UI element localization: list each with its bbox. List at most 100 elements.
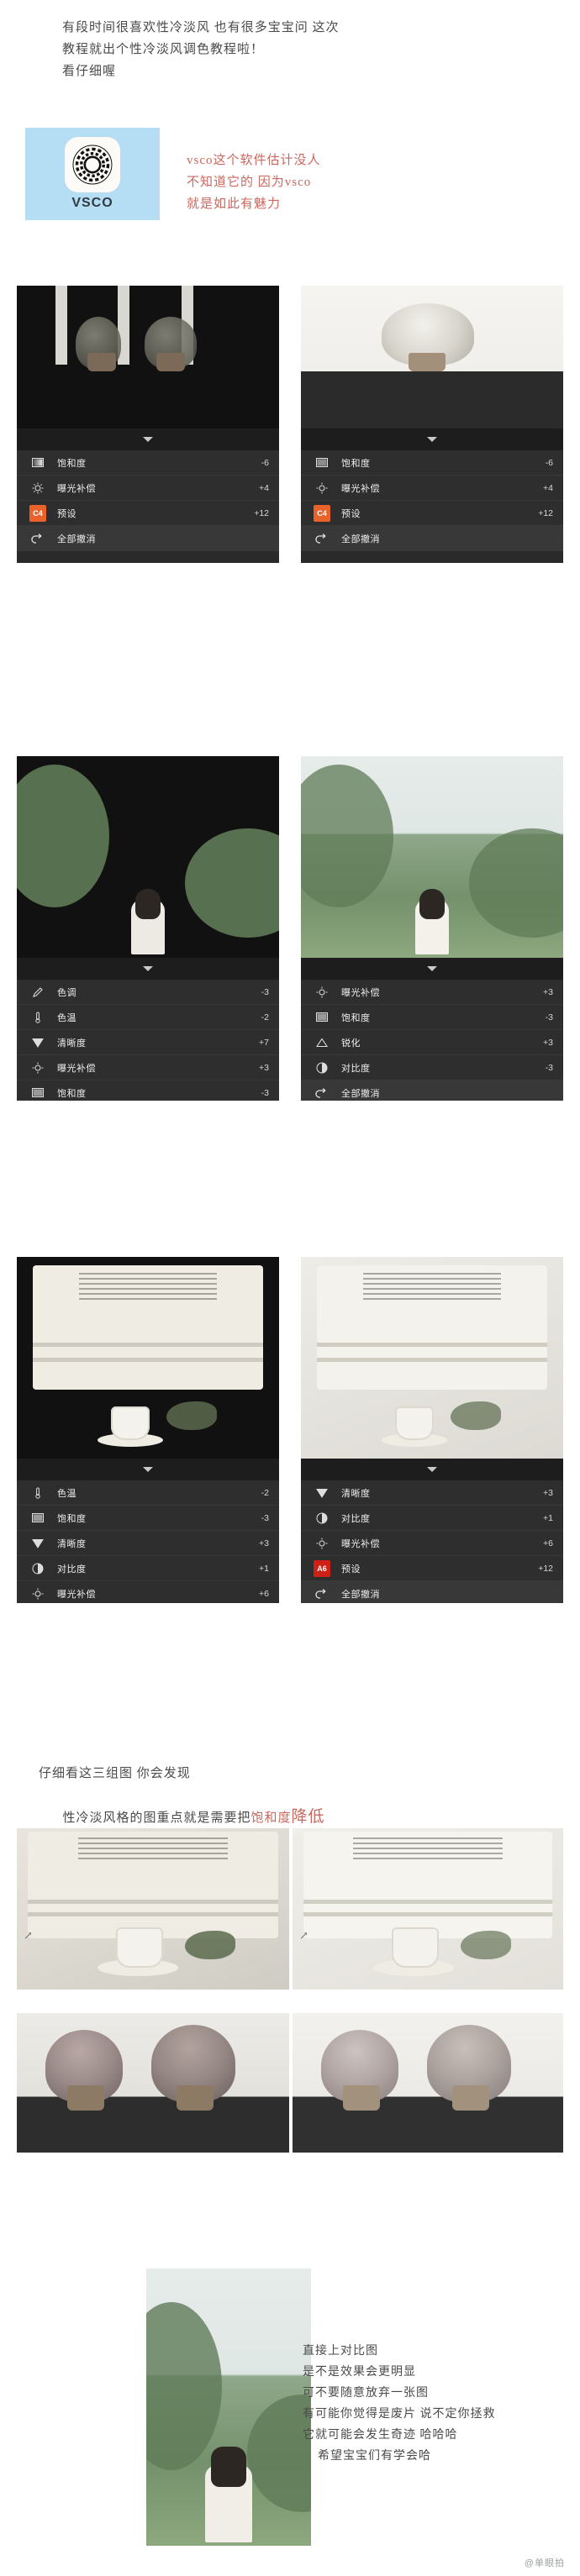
undo-all-button[interactable]: 全部撤消 bbox=[301, 1080, 563, 1101]
intro-line-2: 教程就出个性冷淡风调色教程啦！ bbox=[62, 43, 265, 56]
adjustment-value: -3 bbox=[261, 986, 269, 997]
mid-note-red-1: 饱和度 bbox=[250, 1811, 292, 1825]
adjustment-row[interactable]: 色温 -2 bbox=[17, 1005, 279, 1030]
adjustment-list: 饱和度 -6 曝光补偿 +4 C4 预设 +12 全部撤消 bbox=[17, 450, 279, 551]
collapse-bar[interactable] bbox=[17, 958, 279, 980]
adjustment-row[interactable]: 曝光补偿 +6 bbox=[17, 1581, 279, 1603]
collapse-bar[interactable] bbox=[17, 1459, 279, 1480]
screenshot-group-1-left: 饱和度 -6 曝光补偿 +4 C4 预设 +12 全部撤消 bbox=[17, 286, 279, 563]
adjustment-value: +7 bbox=[259, 1037, 269, 1048]
adjustment-list: 色调 -3 色温 -2 清晰度 +7 曝光补偿 +3 饱和度 -3 bbox=[17, 980, 279, 1101]
adjustment-row[interactable]: 饱和度 -3 bbox=[17, 1080, 279, 1101]
collapse-bar[interactable] bbox=[301, 428, 563, 450]
bottom-note-line-6: 希望宝宝们有学会哈 bbox=[318, 2450, 431, 2463]
adjustment-row[interactable]: 色温 -2 bbox=[17, 1480, 279, 1506]
clarity-icon bbox=[27, 1038, 49, 1048]
vsco-app-card: VSCO bbox=[25, 128, 160, 220]
adjustment-label: 曝光补偿 bbox=[341, 483, 380, 494]
adjustment-value: +1 bbox=[259, 1563, 269, 1574]
bottom-note-line-4: 有可能你觉得是废片 说不定你拯救 bbox=[303, 2408, 496, 2421]
contrast-icon bbox=[311, 1062, 333, 1074]
adjustment-row[interactable]: 曝光补偿 +6 bbox=[301, 1531, 563, 1556]
adjustment-label: 饱和度 bbox=[57, 458, 87, 469]
adjustment-value: +12 bbox=[538, 507, 553, 518]
adjustment-label: 预设 bbox=[341, 508, 361, 519]
mid-note-plain: 性冷淡风格的图重点就是需要把 bbox=[62, 1811, 251, 1825]
adjustment-label: 对比度 bbox=[341, 1063, 371, 1074]
bottom-note: 直接上对比图 是不是效果会更明显 可不要随意放弃一张图 有可能你觉得是废片 说不… bbox=[303, 2341, 580, 2467]
adjustment-row[interactable]: 饱和度 -6 bbox=[301, 450, 563, 476]
comparison-final-image bbox=[146, 2268, 311, 2546]
adjustment-value: +12 bbox=[538, 1563, 553, 1574]
adjustment-list: 曝光补偿 +3 饱和度 -3 锐化 +3 对比度 -3 全部撤消 bbox=[301, 980, 563, 1101]
tone-pen-icon bbox=[27, 986, 49, 998]
adjustment-row-preset[interactable]: C4 预设 +12 bbox=[301, 501, 563, 526]
adjustment-row[interactable]: 饱和度 -3 bbox=[301, 1005, 563, 1030]
photo-girl-green-field-cool bbox=[301, 756, 563, 958]
adjustment-row[interactable]: 对比度 -3 bbox=[301, 1055, 563, 1080]
adjustment-row[interactable]: 色调 -3 bbox=[17, 980, 279, 1005]
chevron-down-icon bbox=[427, 437, 437, 442]
adjustment-row[interactable]: 曝光补偿 +4 bbox=[301, 476, 563, 501]
vsco-app-label: VSCO bbox=[71, 196, 113, 210]
mid-note-line-1: 仔细看这三组图 你会发现 bbox=[39, 1767, 191, 1780]
collapse-bar[interactable] bbox=[17, 428, 279, 450]
screenshot-group-2-right: 曝光补偿 +3 饱和度 -3 锐化 +3 对比度 -3 全部撤消 bbox=[301, 756, 563, 1101]
adjustment-row[interactable]: 曝光补偿 +3 bbox=[17, 1055, 279, 1080]
adjustment-value: +3 bbox=[259, 1538, 269, 1548]
adjustment-value: -6 bbox=[545, 457, 553, 468]
adjustment-row[interactable]: 清晰度 +3 bbox=[301, 1480, 563, 1506]
adjustment-row[interactable]: 清晰度 +7 bbox=[17, 1030, 279, 1055]
adjustment-label: 预设 bbox=[57, 508, 76, 519]
photo-canvas-bag-coffee bbox=[17, 1257, 279, 1459]
saturation-icon bbox=[311, 458, 333, 467]
adjustment-row[interactable]: 饱和度 -3 bbox=[17, 1506, 279, 1531]
adjustment-row[interactable]: 饱和度 -6 bbox=[17, 450, 279, 476]
adjustment-list: 清晰度 +3 对比度 +1 曝光补偿 +6 A6 预设 +12 全部撤消 bbox=[301, 1480, 563, 1603]
preset-code: A6 bbox=[314, 1559, 330, 1577]
adjustment-label: 预设 bbox=[341, 1564, 361, 1575]
preset-code: C4 bbox=[29, 504, 46, 522]
vsco-note-line-3: 就是如此有魅力 bbox=[187, 197, 282, 211]
adjustment-row-preset[interactable]: A6 预设 +12 bbox=[301, 1556, 563, 1581]
adjustment-label: 色温 bbox=[57, 1012, 76, 1023]
adjustment-row[interactable]: 清晰度 +3 bbox=[17, 1531, 279, 1556]
adjustment-label: 曝光补偿 bbox=[57, 1589, 96, 1600]
screenshot-group-2-left: 色调 -3 色温 -2 清晰度 +7 曝光补偿 +3 饱和度 -3 bbox=[17, 756, 279, 1101]
adjustment-row[interactable]: 曝光补偿 +3 bbox=[301, 980, 563, 1005]
adjustment-list: 饱和度 -6 曝光补偿 +4 C4 预设 +12 全部撤消 bbox=[301, 450, 563, 551]
undo-all-button[interactable]: 全部撤消 bbox=[301, 1581, 563, 1603]
exposure-icon bbox=[311, 482, 333, 494]
temperature-icon bbox=[27, 1012, 49, 1023]
photo-white-flowers-vase-dark bbox=[17, 286, 279, 428]
collapse-bar[interactable] bbox=[301, 1459, 563, 1480]
comparison-flowers-before bbox=[17, 2013, 289, 2153]
adjustment-row[interactable]: 对比度 +1 bbox=[17, 1556, 279, 1581]
exposure-icon bbox=[27, 482, 49, 494]
adjustment-label: 饱和度 bbox=[57, 1513, 87, 1524]
adjustment-row-preset[interactable]: C4 预设 +12 bbox=[17, 501, 279, 526]
screenshot-group-1-right: 饱和度 -6 曝光补偿 +4 C4 预设 +12 全部撤消 bbox=[301, 286, 563, 563]
adjustment-label: 曝光补偿 bbox=[57, 1063, 96, 1074]
adjustment-value: +3 bbox=[543, 986, 553, 997]
adjustment-value: +3 bbox=[259, 1062, 269, 1073]
undo-all-button[interactable]: 全部撤消 bbox=[301, 526, 563, 551]
adjustment-value: +12 bbox=[254, 507, 269, 518]
adjustment-row[interactable]: 曝光补偿 +4 bbox=[17, 476, 279, 501]
undo-all-button[interactable]: 全部撤消 bbox=[17, 526, 279, 551]
photo-canvas-bag-coffee-cool bbox=[301, 1257, 563, 1459]
collapse-bar[interactable] bbox=[301, 958, 563, 980]
comparison-bag-after: ↗ bbox=[293, 1828, 563, 1990]
adjustment-row[interactable]: 锐化 +3 bbox=[301, 1030, 563, 1055]
bottom-note-line-1: 直接上对比图 bbox=[303, 2345, 378, 2358]
adjustment-value: -3 bbox=[545, 1012, 553, 1023]
undo-arrow-icon bbox=[311, 1087, 333, 1099]
adjustment-row[interactable]: 对比度 +1 bbox=[301, 1506, 563, 1531]
saturation-icon bbox=[27, 458, 49, 467]
vsco-circle-icon bbox=[65, 137, 120, 192]
preset-code: C4 bbox=[314, 504, 330, 522]
adjustment-value: +1 bbox=[543, 1512, 553, 1523]
adjustment-value: -2 bbox=[261, 1487, 269, 1498]
adjustment-value: -3 bbox=[261, 1512, 269, 1523]
adjustment-label: 曝光补偿 bbox=[341, 987, 380, 998]
